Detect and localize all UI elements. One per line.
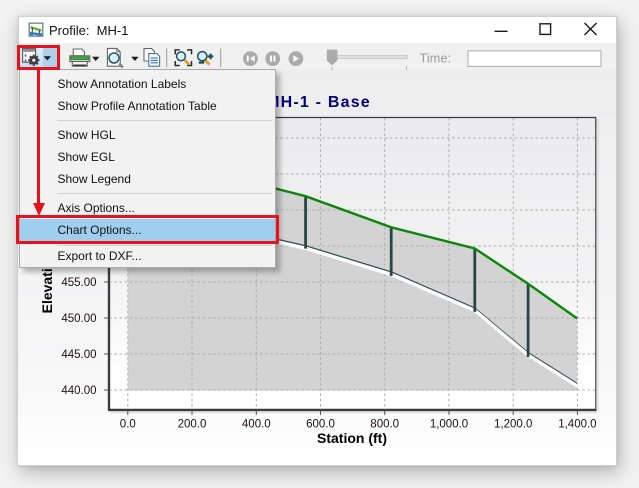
svg-text:MH-1 - Base: MH-1 - Base xyxy=(266,94,371,111)
svg-text:200.0: 200.0 xyxy=(178,419,207,431)
svg-text:450.00: 450.00 xyxy=(61,313,96,325)
svg-text:455.00: 455.00 xyxy=(61,277,96,289)
svg-text:Time:: Time: xyxy=(420,51,452,66)
svg-text:600.0: 600.0 xyxy=(306,419,335,431)
svg-text:445.00: 445.00 xyxy=(61,349,96,361)
svg-text:1,000.0: 1,000.0 xyxy=(430,419,468,431)
svg-text:440.00: 440.00 xyxy=(61,385,96,397)
svg-text:Station (ft): Station (ft) xyxy=(317,430,387,446)
svg-text:400.0: 400.0 xyxy=(242,419,271,431)
svg-text:1,200.0: 1,200.0 xyxy=(494,419,532,431)
svg-text:800.0: 800.0 xyxy=(370,419,399,431)
svg-text:0.0: 0.0 xyxy=(120,419,136,431)
svg-text:1,400.0: 1,400.0 xyxy=(558,419,596,431)
